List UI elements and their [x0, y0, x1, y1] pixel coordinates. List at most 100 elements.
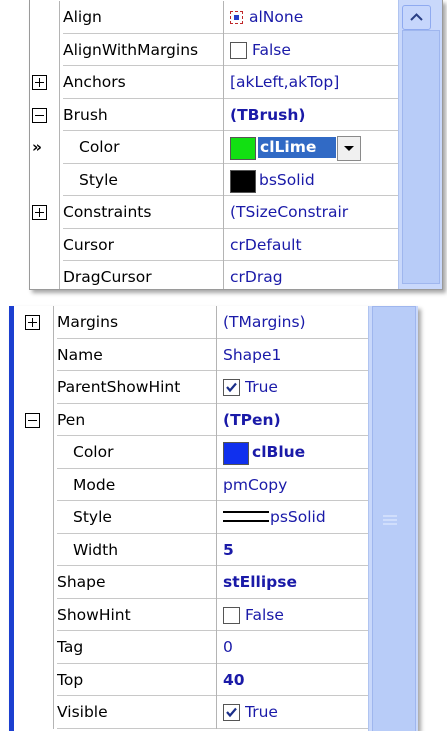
property-value[interactable]: 0 — [223, 631, 366, 664]
property-value[interactable]: bsSolid — [259, 164, 396, 197]
property-value[interactable]: True — [245, 696, 366, 729]
property-name: ParentShowHint — [57, 378, 181, 396]
row-gutter — [30, 261, 58, 289]
property-row-brush[interactable]: Brush (TBrush) — [30, 98, 442, 132]
toggle-plus-bar — [39, 78, 40, 87]
checkmark-icon — [226, 382, 237, 393]
property-value[interactable]: crDrag — [230, 261, 396, 289]
column-divider — [59, 131, 60, 164]
column-divider — [216, 663, 217, 697]
column-divider — [53, 631, 54, 664]
property-row-cursor[interactable]: Cursor crDefault — [30, 228, 442, 262]
checkbox[interactable] — [230, 41, 247, 59]
row-gutter — [14, 501, 42, 534]
property-row-style[interactable]: Style psSolid — [14, 501, 418, 534]
property-name: Name — [57, 345, 103, 364]
property-row-anchors[interactable]: Anchors [akLeft,akTop] — [30, 66, 442, 99]
property-row-tag[interactable]: Tag 0 — [14, 631, 418, 664]
scrollbar-thumb[interactable] — [372, 306, 416, 731]
property-name: Color — [79, 138, 120, 156]
property-value[interactable]: pmCopy — [223, 469, 366, 502]
vertical-scrollbar[interactable] — [398, 0, 442, 289]
property-value[interactable]: True — [245, 371, 366, 404]
row-gutter — [30, 163, 58, 197]
property-name: Color — [73, 443, 114, 461]
property-row-pen[interactable]: Pen (TPen) — [14, 403, 418, 437]
dropdown-button[interactable] — [337, 136, 361, 161]
collapse-toggle-icon[interactable] — [25, 412, 40, 428]
property-value[interactable]: 40 — [223, 664, 366, 697]
property-name: Align — [63, 8, 102, 26]
property-row-color[interactable]: » Color clLime — [30, 131, 442, 164]
column-divider — [216, 306, 217, 339]
color-swatch-icon — [223, 442, 249, 465]
property-name: AlignWithMargins — [63, 40, 199, 59]
align-inner-box — [234, 15, 239, 20]
column-divider — [216, 436, 217, 469]
property-row-align[interactable]: Align alNone — [30, 1, 442, 34]
property-row-mode[interactable]: Mode pmCopy — [14, 468, 418, 502]
property-row-parentshowhint[interactable]: ParentShowHint True — [14, 371, 418, 404]
row-gutter — [14, 598, 42, 632]
column-divider — [53, 306, 54, 339]
selected-value-highlight[interactable]: clLime — [258, 137, 336, 158]
property-row-dragcursor[interactable]: DragCursor crDrag — [30, 261, 442, 289]
property-value[interactable]: alNone — [249, 1, 396, 34]
property-value[interactable]: psSolid — [270, 501, 366, 534]
checkbox[interactable] — [223, 704, 240, 721]
property-row-alignwithmargins[interactable]: AlignWithMargins False — [30, 33, 442, 67]
expand-toggle-icon[interactable] — [25, 315, 40, 330]
chevron-up-icon — [410, 13, 423, 21]
property-value[interactable]: clBlue — [252, 436, 366, 469]
column-divider — [59, 228, 60, 262]
property-row-showhint[interactable]: ShowHint False — [14, 598, 418, 632]
vertical-scrollbar[interactable] — [368, 306, 418, 731]
column-divider — [59, 33, 60, 67]
expand-toggle-icon[interactable] — [32, 75, 47, 90]
collapse-toggle-icon[interactable] — [32, 107, 47, 123]
checkbox[interactable] — [223, 606, 240, 624]
column-divider — [223, 98, 224, 132]
property-value[interactable]: False — [252, 34, 396, 67]
property-row-top[interactable]: Top 40 — [14, 663, 418, 697]
current-row-marker: » — [32, 138, 43, 156]
row-gutter — [14, 631, 42, 664]
checkbox[interactable] — [223, 379, 240, 396]
column-divider — [223, 163, 224, 197]
column-divider — [53, 696, 54, 729]
property-row-visible[interactable]: Visible True — [14, 696, 418, 729]
property-value[interactable]: stEllipse — [223, 566, 366, 599]
chevron-down-icon — [344, 146, 354, 151]
property-row-shape[interactable]: Shape stEllipse — [14, 566, 418, 599]
row-gutter — [14, 696, 42, 729]
property-row-style[interactable]: Style bsSolid — [30, 163, 442, 197]
row-gutter — [14, 566, 42, 599]
property-value[interactable]: (TPen) — [223, 404, 366, 437]
property-name: DragCursor — [63, 268, 152, 286]
column-divider — [59, 261, 60, 289]
property-value[interactable]: (TBrush) — [230, 99, 396, 132]
expand-toggle-icon[interactable] — [32, 205, 47, 220]
property-value[interactable]: [akLeft,akTop] — [230, 66, 396, 99]
property-row-margins[interactable]: Margins (TMargins) — [14, 306, 418, 339]
property-row-name[interactable]: Name Shape1 — [14, 338, 418, 372]
column-divider — [53, 468, 54, 502]
property-name: ShowHint — [57, 605, 131, 624]
scrollbar-thumb[interactable] — [402, 30, 440, 284]
column-divider — [216, 468, 217, 502]
property-value[interactable]: (TMargins) — [223, 306, 366, 339]
column-divider — [223, 228, 224, 262]
property-value[interactable]: crDefault — [230, 229, 396, 262]
property-row-width[interactable]: Width 5 — [14, 533, 418, 567]
row-gutter — [14, 436, 42, 469]
row-gutter — [30, 228, 58, 262]
property-value[interactable]: (TSizeConstrair — [230, 196, 396, 229]
property-value[interactable]: False — [245, 599, 366, 632]
property-row-color[interactable]: Color clBlue — [14, 436, 418, 469]
object-inspector-panel-bottom: Margins (TMargins) Name Shape1 ParentShowHin… — [9, 306, 418, 731]
property-row-constraints[interactable]: Constraints (TSizeConstrair — [30, 196, 442, 229]
property-value[interactable]: Shape1 — [223, 339, 366, 372]
row-gutter — [14, 468, 42, 502]
scroll-up-button[interactable] — [402, 5, 431, 30]
property-value[interactable]: 5 — [223, 534, 366, 567]
